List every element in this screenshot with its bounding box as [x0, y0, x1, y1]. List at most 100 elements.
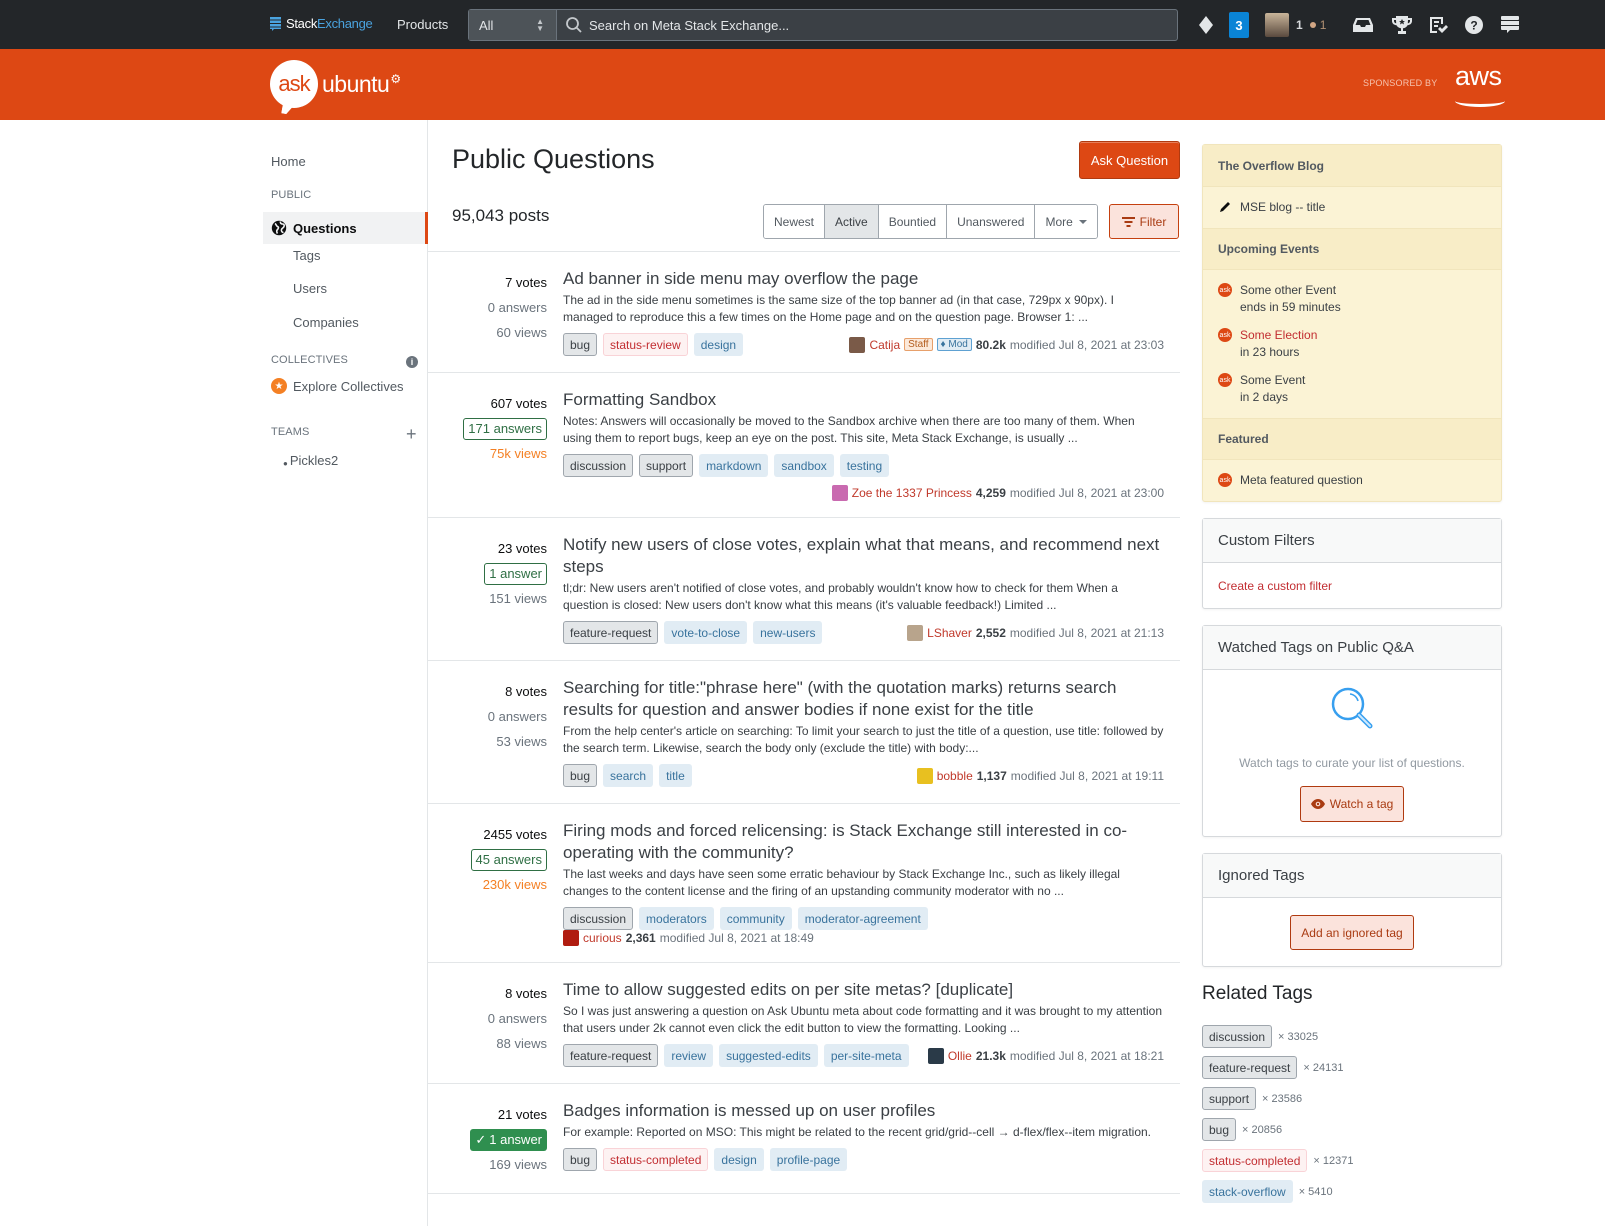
related-tag[interactable]: discussion: [1202, 1025, 1273, 1048]
search-input[interactable]: [589, 17, 1149, 33]
tag[interactable]: support: [639, 454, 694, 477]
nav-companies[interactable]: Companies: [293, 315, 359, 330]
products-menu[interactable]: Products: [397, 17, 448, 32]
tab-unanswered[interactable]: Unanswered: [947, 205, 1036, 238]
tag[interactable]: moderators: [639, 907, 714, 930]
tag[interactable]: search: [603, 764, 654, 787]
user-name-link[interactable]: Zoe the 1337 Princess: [852, 486, 972, 500]
tag[interactable]: community: [719, 907, 792, 930]
related-tag[interactable]: support: [1202, 1087, 1257, 1110]
user-avatar[interactable]: [831, 485, 848, 501]
review-icon[interactable]: [1427, 12, 1449, 38]
featured-item-link[interactable]: Meta featured question: [1240, 472, 1363, 489]
modified-timestamp[interactable]: modified Jul 8, 2021 at 19:11: [1011, 769, 1164, 783]
sponsor-logo[interactable]: aws: [1455, 61, 1502, 92]
watch-tag-button[interactable]: Watch a tag: [1300, 786, 1404, 822]
tag[interactable]: per-site-meta: [823, 1044, 909, 1067]
user-avatar[interactable]: [907, 624, 924, 641]
related-tag[interactable]: stack-overflow: [1202, 1180, 1293, 1203]
stackexchange-logo[interactable]: StackExchange: [270, 16, 373, 31]
tag[interactable]: status-completed: [603, 1148, 709, 1171]
tab-newest[interactable]: Newest: [764, 205, 826, 238]
add-team-plus-icon[interactable]: +: [406, 425, 417, 443]
user-avatar[interactable]: [927, 1047, 944, 1064]
modified-timestamp[interactable]: modified Jul 8, 2021 at 23:03: [1010, 338, 1164, 352]
featured-item[interactable]: ask Meta featured question: [1203, 460, 1501, 501]
tag[interactable]: sandbox: [774, 454, 834, 477]
tag[interactable]: feature-request: [563, 621, 659, 644]
tag[interactable]: design: [693, 333, 744, 356]
event-name[interactable]: Some Election: [1240, 328, 1317, 342]
tag[interactable]: bug: [563, 333, 598, 356]
tab-bountied[interactable]: Bountied: [878, 205, 948, 238]
create-custom-filter-link[interactable]: Create a custom filter: [1218, 579, 1332, 593]
tab-more[interactable]: More: [1035, 205, 1097, 238]
question-title-link[interactable]: Formatting Sandbox: [563, 389, 1164, 411]
event-item[interactable]: ask Some Event in 2 days: [1203, 372, 1501, 406]
achievements-icon[interactable]: [1391, 12, 1413, 38]
tag[interactable]: vote-to-close: [664, 621, 748, 644]
user-profile[interactable]: 1 1: [1265, 12, 1326, 38]
askubuntu-logo[interactable]: ask ubuntu⚙: [270, 60, 401, 108]
nav-explore-collectives[interactable]: ★ Explore Collectives: [271, 378, 404, 394]
inbox-icon[interactable]: [1352, 12, 1374, 38]
tag[interactable]: new-users: [753, 621, 823, 644]
blog-item-link[interactable]: MSE blog -- title: [1240, 199, 1325, 216]
user-avatar[interactable]: [849, 336, 866, 353]
related-tag[interactable]: bug: [1202, 1118, 1237, 1141]
related-tag[interactable]: feature-request: [1202, 1056, 1298, 1079]
tab-active[interactable]: Active: [825, 205, 879, 238]
info-icon[interactable]: i: [406, 356, 418, 368]
question-title-link[interactable]: Badges information is messed up on user …: [563, 1100, 1164, 1122]
search-scope-select[interactable]: All ▲ ▼: [469, 10, 557, 40]
diamond-icon[interactable]: [1195, 12, 1217, 38]
question-title-link[interactable]: Notify new users of close votes, explain…: [563, 534, 1164, 578]
question-title-link[interactable]: Ad banner in side menu may overflow the …: [563, 268, 1164, 290]
add-ignored-tag-button[interactable]: Add an ignored tag: [1290, 915, 1414, 950]
user-name-link[interactable]: bobble: [937, 769, 973, 783]
user-avatar[interactable]: [916, 767, 933, 784]
modified-timestamp[interactable]: modified Jul 8, 2021 at 18:21: [1010, 1049, 1164, 1063]
tag[interactable]: design: [714, 1148, 764, 1171]
tag[interactable]: bug: [563, 1148, 598, 1171]
modified-timestamp[interactable]: modified Jul 8, 2021 at 23:00: [1010, 486, 1164, 500]
tag[interactable]: bug: [563, 764, 598, 787]
user-name-link[interactable]: LShaver: [927, 626, 972, 640]
tag[interactable]: testing: [839, 454, 890, 477]
modified-timestamp[interactable]: modified Jul 8, 2021 at 18:49: [660, 931, 814, 945]
tag[interactable]: feature-request: [563, 1044, 659, 1067]
filter-button[interactable]: Filter: [1109, 204, 1179, 239]
nav-tags[interactable]: Tags: [293, 248, 320, 263]
tag[interactable]: discussion: [563, 907, 634, 930]
question-title-link[interactable]: Firing mods and forced relicensing: is S…: [563, 820, 1164, 864]
tag[interactable]: markdown: [699, 454, 769, 477]
related-tag[interactable]: status-completed: [1202, 1149, 1308, 1172]
ask-question-button[interactable]: Ask Question: [1079, 141, 1180, 179]
user-avatar[interactable]: [563, 930, 579, 946]
event-item[interactable]: ask Some other Event ends in 59 minutes: [1203, 282, 1501, 316]
nav-home[interactable]: Home: [271, 154, 306, 169]
blog-item[interactable]: MSE blog -- title: [1203, 187, 1501, 228]
event-item[interactable]: ask Some Election in 23 hours: [1203, 327, 1501, 361]
tag[interactable]: suggested-edits: [719, 1044, 818, 1067]
tag[interactable]: moderator-agreement: [797, 907, 928, 930]
nav-team-pickles2[interactable]: ● Pickles2: [283, 453, 338, 468]
question-title-link[interactable]: Time to allow suggested edits on per sit…: [563, 979, 1164, 1001]
tag[interactable]: profile-page: [769, 1148, 848, 1171]
event-name[interactable]: Some other Event: [1240, 283, 1336, 297]
modified-timestamp[interactable]: modified Jul 8, 2021 at 21:13: [1010, 626, 1164, 640]
user-name-link[interactable]: Ollie: [948, 1049, 972, 1063]
user-name-link[interactable]: Catija: [869, 338, 900, 352]
notification-badge[interactable]: 3: [1229, 12, 1249, 38]
tag[interactable]: status-review: [603, 333, 688, 356]
user-name-link[interactable]: curious: [583, 931, 622, 945]
tag[interactable]: discussion: [563, 454, 634, 477]
site-switcher-icon[interactable]: [1499, 12, 1521, 38]
question-title-link[interactable]: Searching for title:"phrase here" (with …: [563, 677, 1164, 721]
nav-users[interactable]: Users: [293, 281, 327, 296]
nav-questions[interactable]: Questions: [263, 212, 428, 244]
tag[interactable]: review: [664, 1044, 714, 1067]
help-icon[interactable]: ?: [1463, 12, 1485, 38]
event-name[interactable]: Some Event: [1240, 373, 1305, 387]
tag[interactable]: title: [659, 764, 692, 787]
